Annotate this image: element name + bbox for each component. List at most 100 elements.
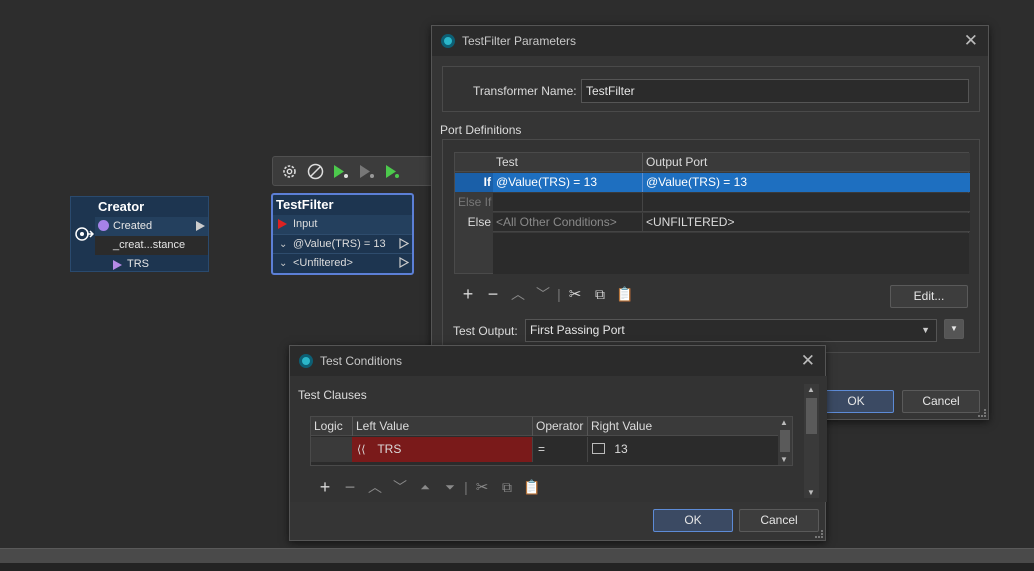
testfilter-unfiltered-port[interactable]: ⌄ <Unfiltered> xyxy=(273,253,412,272)
chevron-down-icon[interactable]: ⌄ xyxy=(279,235,287,254)
output-port-cell[interactable]: <UNFILTERED> xyxy=(642,213,962,232)
test-clauses-table: Logic Left Value Operator Right Value ⟨⟨… xyxy=(310,416,793,466)
creator-attribute-trs: TRS xyxy=(95,255,208,274)
transformer-name-group: Transformer Name: TestFilter xyxy=(442,66,980,112)
testfilter-node[interactable]: TestFilter Input ⌄ @Value(TRS) = 13 ⌄ <U… xyxy=(271,193,414,275)
test-cell[interactable]: @Value(TRS) = 13 xyxy=(493,173,643,192)
scroll-down-icon[interactable]: ▼ xyxy=(780,455,788,464)
row-label: Else If xyxy=(455,193,493,212)
move-down-icon[interactable]: ﹀ xyxy=(532,283,554,305)
table-row[interactable]: ⟨⟨ TRS = 13 xyxy=(311,437,778,462)
dialog-titlebar[interactable]: Test Conditions ✕ xyxy=(290,346,825,376)
ok-button[interactable]: OK xyxy=(818,390,894,413)
test-clauses-toolbar: + − ︿ ﹀ ⏶ ⏷ | ✂ ⧉ 📋 xyxy=(314,476,543,498)
run-from-icon[interactable] xyxy=(357,161,377,181)
right-value-cell[interactable]: 13 xyxy=(587,437,778,462)
cut-icon[interactable]: ✂ xyxy=(471,476,493,498)
port-definitions-label: Port Definitions xyxy=(440,123,522,137)
column-header-test[interactable]: Test xyxy=(493,153,643,172)
gear-icon[interactable] xyxy=(279,161,299,181)
resize-grip-icon[interactable] xyxy=(815,530,823,538)
ok-button[interactable]: OK xyxy=(653,509,733,532)
test-conditions-dialog: Test Conditions ✕ Test Clauses Logic Lef… xyxy=(289,345,827,541)
resize-grip-icon[interactable] xyxy=(978,409,986,417)
creator-node-icon[interactable] xyxy=(70,196,96,272)
separator-icon: | xyxy=(557,286,561,302)
move-to-bottom-icon[interactable]: ⏷ xyxy=(439,476,461,498)
table-empty-area xyxy=(493,233,969,274)
output-port-cell[interactable]: @Value(TRS) = 13 xyxy=(642,173,962,192)
cancel-button[interactable]: Cancel xyxy=(902,390,980,413)
table-row-if[interactable]: If @Value(TRS) = 13 @Value(TRS) = 13 xyxy=(455,173,970,192)
cancel-button[interactable]: Cancel xyxy=(739,509,819,532)
test-output-menu-button[interactable]: ▼ xyxy=(944,319,964,339)
output-port-arrow-icon[interactable] xyxy=(196,221,205,231)
test-cell[interactable]: <All Other Conditions> xyxy=(493,213,643,232)
input-port-icon xyxy=(278,219,287,229)
paste-icon[interactable]: 📋 xyxy=(614,283,636,305)
move-to-top-icon[interactable]: ⏶ xyxy=(414,476,436,498)
output-port-cell[interactable] xyxy=(642,193,962,212)
attribute-arrow-icon xyxy=(113,260,122,270)
table-row-else[interactable]: Else <All Other Conditions> <UNFILTERED> xyxy=(455,213,970,232)
test-clauses-label: Test Clauses xyxy=(298,388,367,402)
scroll-thumb[interactable] xyxy=(806,398,817,434)
scroll-down-icon[interactable]: ▼ xyxy=(807,488,815,497)
close-icon[interactable]: ✕ xyxy=(964,26,978,56)
right-value-text: 13 xyxy=(614,442,628,456)
left-value-cell[interactable]: ⟨⟨ TRS xyxy=(352,437,532,462)
paste-icon[interactable]: 📋 xyxy=(521,476,543,498)
add-icon[interactable]: + xyxy=(314,476,336,498)
port-definitions-table: Test Output Port If @Value(TRS) = 13 @Va… xyxy=(454,152,970,274)
chevron-down-icon[interactable]: ⌄ xyxy=(279,254,287,273)
add-icon[interactable]: + xyxy=(457,283,479,305)
copy-icon[interactable]: ⧉ xyxy=(589,283,611,305)
disable-icon[interactable] xyxy=(305,161,325,181)
creator-port-created[interactable]: Created xyxy=(95,217,208,236)
testfilter-output-port[interactable]: ⌄ @Value(TRS) = 13 xyxy=(273,234,412,253)
left-value-text: TRS xyxy=(377,442,402,456)
creator-node[interactable]: Creator Created _creat...stance TRS xyxy=(95,196,209,272)
outer-scrollbar[interactable]: ▲ ▼ xyxy=(804,384,819,498)
bottom-panel-divider[interactable] xyxy=(0,548,1034,571)
column-header-operator[interactable]: Operator xyxy=(532,417,587,436)
scroll-up-icon[interactable]: ▲ xyxy=(780,418,788,427)
table-scrollbar[interactable]: ▲ ▼ xyxy=(778,417,792,465)
copy-icon[interactable]: ⧉ xyxy=(496,476,518,498)
logic-cell[interactable] xyxy=(311,437,352,462)
row-label: Else xyxy=(455,213,493,232)
run-to-icon[interactable] xyxy=(331,161,351,181)
edit-button[interactable]: Edit... xyxy=(890,285,968,308)
remove-icon[interactable]: − xyxy=(339,476,361,498)
move-up-icon[interactable]: ︿ xyxy=(364,476,386,498)
scroll-up-icon[interactable]: ▲ xyxy=(807,385,815,394)
close-icon[interactable]: ✕ xyxy=(801,346,815,376)
dialog-titlebar[interactable]: TestFilter Parameters ✕ xyxy=(432,26,988,56)
testfilter-input-port[interactable]: Input xyxy=(273,215,412,234)
constant-value-icon xyxy=(592,443,605,455)
column-header-right-value[interactable]: Right Value xyxy=(587,417,778,436)
transformer-name-input[interactable]: TestFilter xyxy=(581,79,969,103)
column-header-left-value[interactable]: Left Value xyxy=(352,417,532,436)
scroll-thumb[interactable] xyxy=(780,430,790,452)
move-down-icon[interactable]: ﹀ xyxy=(389,476,411,498)
row-label: If xyxy=(455,173,493,192)
dropdown-arrow-icon: ▼ xyxy=(921,325,930,335)
creator-icon xyxy=(74,227,94,241)
run-icon[interactable] xyxy=(383,161,403,181)
column-header-output-port[interactable]: Output Port xyxy=(642,153,962,172)
table-header: Logic Left Value Operator Right Value xyxy=(311,417,778,436)
table-row-else-if[interactable]: Else If xyxy=(455,193,970,212)
remove-icon[interactable]: − xyxy=(482,283,504,305)
test-cell[interactable] xyxy=(493,193,643,212)
port-label: Input xyxy=(293,218,318,230)
move-up-icon[interactable]: ︿ xyxy=(507,283,529,305)
port-label: <Unfiltered> xyxy=(293,257,353,269)
port-definitions-group: Test Output Port If @Value(TRS) = 13 @Va… xyxy=(442,139,980,353)
attribute-label: _creat...stance xyxy=(113,239,186,251)
bottom-panel xyxy=(0,563,1034,571)
column-header-logic[interactable]: Logic xyxy=(311,417,352,436)
test-output-select[interactable]: First Passing Port ▼ xyxy=(525,319,937,342)
operator-cell[interactable]: = xyxy=(532,437,587,462)
cut-icon[interactable]: ✂ xyxy=(564,283,586,305)
